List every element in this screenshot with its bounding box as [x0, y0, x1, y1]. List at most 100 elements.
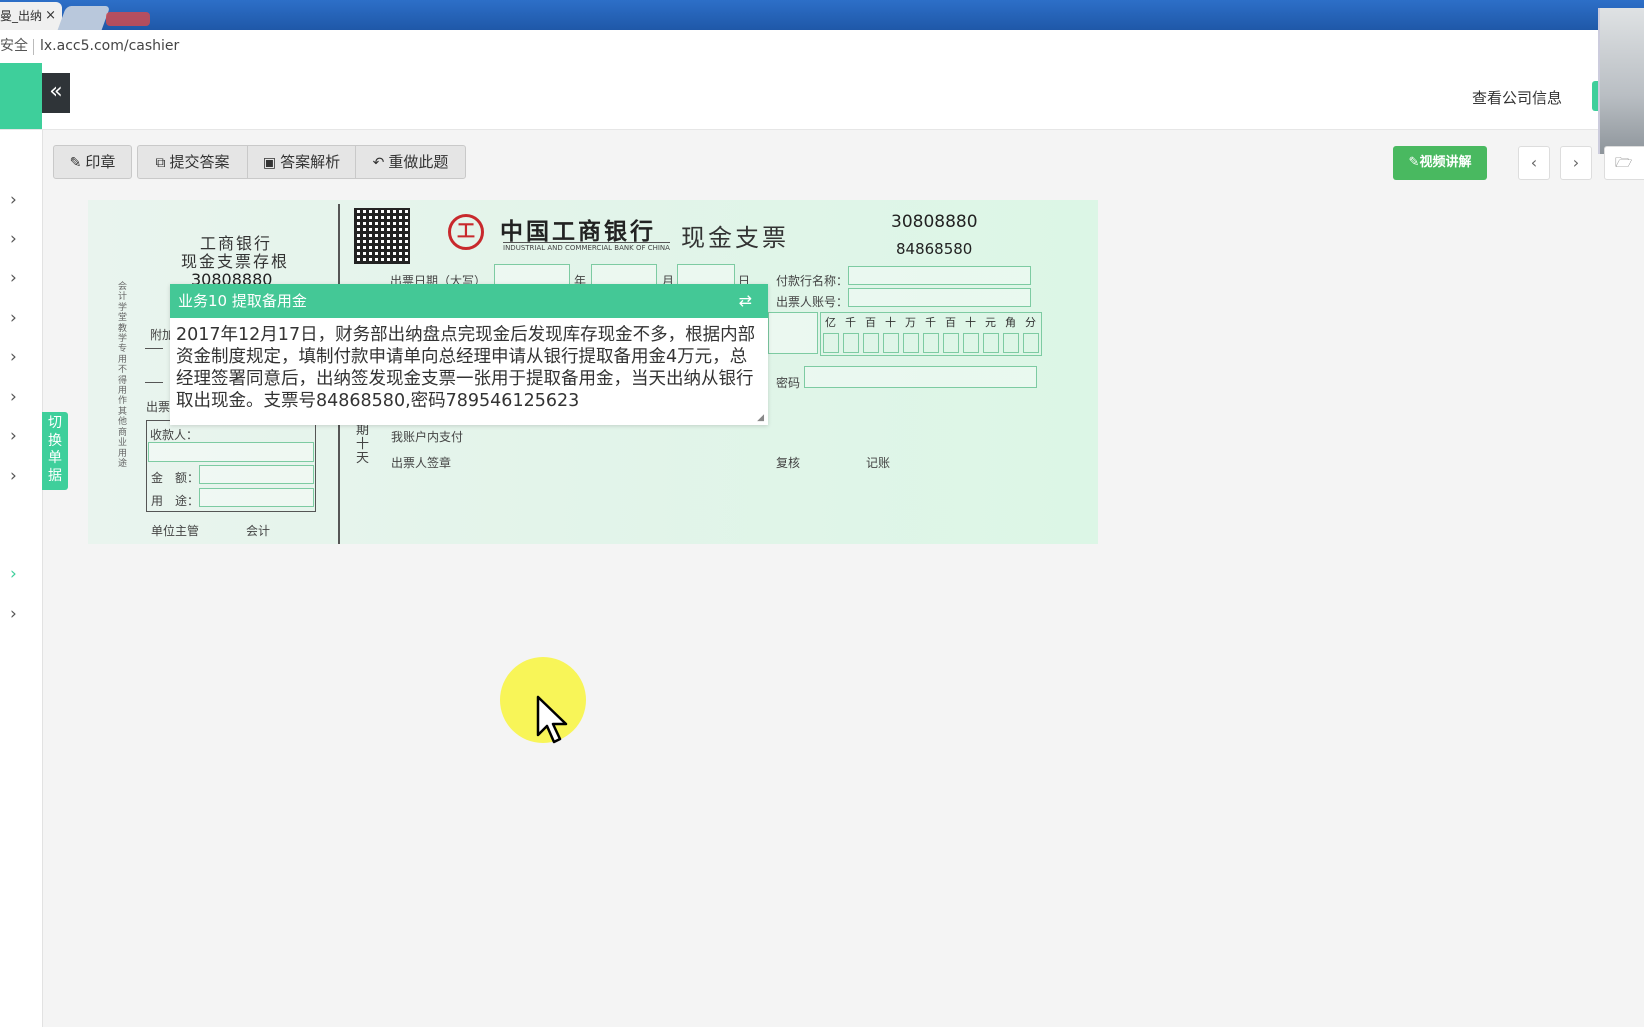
amount-unit-label: 十 — [885, 316, 896, 329]
amount-digit-cell[interactable] — [963, 333, 979, 353]
stamp-button[interactable]: ✎ 印章 — [53, 145, 132, 179]
review-label: 复核 — [776, 456, 801, 470]
amount-unit-label: 十 — [965, 316, 976, 329]
issue-month-input[interactable] — [591, 264, 657, 286]
sidebar: › › › › › › › › › › — [0, 130, 43, 1027]
redo-button-label: 重做此题 — [388, 153, 449, 171]
sidebar-item-chevron-icon[interactable]: › — [10, 604, 17, 624]
sidebar-item-chevron-icon[interactable]: › — [10, 190, 17, 210]
issue-year-input[interactable] — [494, 264, 570, 286]
answer-analysis-button[interactable]: ▣ 答案解析 — [247, 145, 356, 179]
amount-digit-cell[interactable] — [983, 333, 999, 353]
analysis-button-label: 答案解析 — [280, 153, 341, 171]
video-button-label: 视频讲解 — [1419, 155, 1472, 170]
amount-unit-label: 元 — [985, 316, 996, 329]
submit-button-label: 提交答案 — [169, 153, 230, 171]
amount-digit-cell[interactable] — [923, 333, 939, 353]
amount-digit-cell[interactable] — [903, 333, 919, 353]
swap-icon[interactable]: ⇄ — [739, 284, 752, 318]
sidebar-item-chevron-icon-active[interactable]: › — [10, 564, 17, 584]
stub-amount-input[interactable] — [199, 465, 314, 484]
address-bar[interactable]: 安全 lx.acc5.com/cashier — [0, 30, 1644, 64]
bank-name-english: INDUSTRIAL AND COMMERCIAL BANK OF CHINA — [503, 242, 670, 252]
task-popup-header[interactable]: 业务10 提取备用金 ⇄ — [170, 284, 768, 318]
stub-issue-label: 出票 — [146, 400, 171, 414]
stub-payee-input[interactable] — [148, 442, 314, 462]
amount-digit-cell[interactable] — [863, 333, 879, 353]
amount-unit-label: 百 — [865, 316, 876, 329]
stamp-button-label: 印章 — [85, 153, 116, 171]
switch-document-tab[interactable]: 切 换 单 据 — [42, 412, 68, 490]
amount-digit-cell[interactable] — [823, 333, 839, 353]
sidebar-item-chevron-icon[interactable]: › — [10, 347, 17, 367]
stub-purpose-input[interactable] — [199, 488, 314, 507]
stub-line — [145, 348, 163, 349]
folder-open-icon[interactable]: 🗁 — [1604, 146, 1644, 180]
amount-digit-cell[interactable] — [883, 333, 899, 353]
password-label: 密码 — [776, 376, 801, 390]
issue-day-input[interactable] — [677, 264, 735, 286]
video-explanation-button[interactable]: ✎视频讲解 — [1393, 146, 1487, 180]
undo-icon: ↶ — [372, 155, 385, 171]
amount-words-input[interactable] — [768, 312, 818, 354]
stub-line — [145, 382, 163, 383]
amount-digit-cell[interactable] — [1023, 333, 1039, 353]
sidebar-item-chevron-icon[interactable]: › — [10, 268, 17, 288]
company-info-link[interactable]: 查看公司信息 — [1472, 87, 1562, 108]
amount-digit-cell[interactable] — [1003, 333, 1019, 353]
cheque-type: 现金支票 — [681, 224, 789, 252]
amount-unit-label: 万 — [905, 316, 916, 329]
switch-tab-char: 换 — [48, 432, 62, 449]
payer-bank-label: 付款行名称： — [776, 274, 849, 288]
sidebar-item-chevron-icon[interactable]: › — [10, 466, 17, 486]
sidebar-item-chevron-icon[interactable]: › — [10, 426, 17, 446]
payer-bank-input[interactable] — [848, 266, 1031, 285]
bank-name: 中国工商银行 — [500, 219, 656, 245]
amount-unit-label: 千 — [845, 316, 856, 329]
amount-digit-cell[interactable] — [843, 333, 859, 353]
stub-amount-label: 金 额： — [151, 471, 200, 485]
stub-payee-label: 收款人： — [150, 428, 199, 442]
amount-digit-cell[interactable] — [943, 333, 959, 353]
save-icon: ▣ — [262, 155, 277, 171]
task-description: 2017年12月17日，财务部出纳盘点完现金后发现库存现金不多，根据内部资金制度… — [176, 325, 756, 411]
resize-handle-icon[interactable]: ◢ — [757, 413, 764, 423]
browser-tab-bar: 曼_出纳 × — [0, 0, 1644, 30]
stub-purpose-label: 用 途： — [151, 494, 200, 508]
next-button[interactable]: › — [1560, 146, 1592, 180]
amount-unit-label: 千 — [925, 316, 936, 329]
drawer-account-input[interactable] — [848, 288, 1031, 307]
sidebar-item-chevron-icon[interactable]: › — [10, 229, 17, 249]
logo — [0, 63, 42, 129]
submit-answer-button[interactable]: ⧉ 提交答案 — [137, 145, 248, 179]
self-account-pay-label: 我账户内支付 — [391, 430, 464, 444]
drawer-account-label: 出票人账号： — [776, 295, 849, 309]
bookkeeping-label: 记账 — [866, 456, 891, 470]
address-divider — [33, 39, 34, 55]
amount-unit-label: 角 — [1005, 316, 1016, 329]
task-title: 业务10 提取备用金 — [178, 292, 307, 310]
url-text[interactable]: lx.acc5.com/cashier — [40, 30, 179, 63]
webcam-overlay — [1598, 8, 1644, 154]
amount-unit-label: 百 — [945, 316, 956, 329]
browser-tab[interactable]: 曼_出纳 × — [0, 2, 62, 30]
close-tab-icon[interactable]: × — [45, 2, 56, 30]
prev-button[interactable]: ‹ — [1518, 146, 1550, 180]
browser-tab-inactive[interactable] — [57, 6, 111, 30]
switch-tab-char: 单 — [48, 450, 62, 466]
stub-vertical-note: 会计学堂教学专用 不得用作其他商业用途 — [118, 282, 128, 469]
edit-icon: ✎ — [69, 155, 82, 171]
password-input[interactable] — [804, 366, 1037, 388]
sidebar-item-chevron-icon[interactable]: › — [10, 387, 17, 407]
task-popup[interactable]: 业务10 提取备用金 ⇄ 2017年12月17日，财务部出纳盘点完现金后发现库存… — [170, 284, 768, 425]
mouse-cursor-icon — [536, 695, 568, 744]
browser-tab-title: 曼_出纳 — [0, 9, 43, 23]
sidebar-item-chevron-icon[interactable]: › — [10, 308, 17, 328]
security-label: 安全 — [0, 38, 28, 54]
cheque-number: 84868580 — [896, 240, 973, 258]
redo-button[interactable]: ↶ 重做此题 — [355, 145, 466, 179]
qr-code — [354, 208, 410, 264]
browser-tab-indicator — [106, 12, 150, 26]
collapse-sidebar-button[interactable]: « — [42, 73, 70, 113]
stub-subtitle: 现金支票存根 — [181, 252, 290, 271]
